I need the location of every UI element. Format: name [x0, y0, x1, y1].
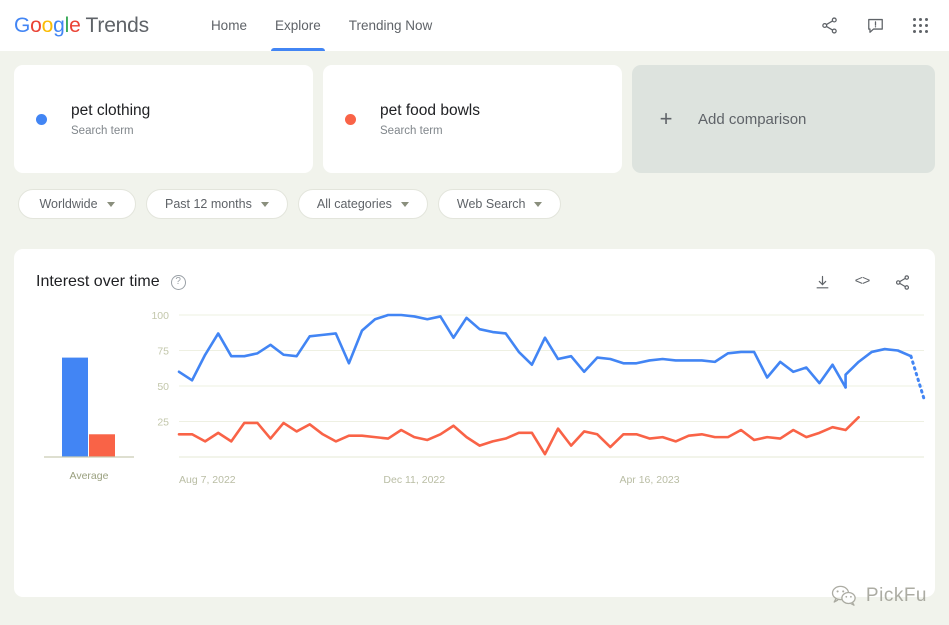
x-axis-tick-label: Aug 7, 2022: [179, 474, 236, 486]
share-icon[interactable]: [891, 271, 913, 293]
share-icon[interactable]: [817, 14, 841, 38]
logo-letter-o2: o: [41, 13, 54, 37]
trends-line-chart[interactable]: 25 50 75 100 Aug 7, 2022 Dec 11, 2022 Apr 16, …: [14, 309, 935, 597]
search-term-type-2: Search term: [380, 124, 443, 137]
filter-time-range-label: Past 12 months: [165, 197, 252, 211]
filter-time-range[interactable]: Past 12 months: [146, 189, 288, 219]
filter-category-label: All categories: [316, 197, 392, 211]
google-trends-logo[interactable]: Google Trends: [14, 14, 149, 38]
watermark-text: PickFu: [865, 585, 927, 606]
chevron-down-icon: [400, 201, 409, 207]
logo-letter-g2: g: [53, 13, 65, 37]
chevron-down-icon: [106, 201, 115, 207]
search-term-card-2[interactable]: pet food bowls Search term: [323, 65, 622, 173]
main-nav: Home Explore Trending Now: [197, 0, 446, 51]
download-icon[interactable]: [811, 271, 833, 293]
average-label: Average: [70, 470, 109, 482]
y-axis-tick-label: 100: [151, 310, 169, 322]
filters-bar: Worldwide Past 12 months All categories …: [0, 173, 949, 237]
nav-item-explore[interactable]: Explore: [261, 0, 335, 51]
chart-toolbar: <>: [811, 271, 913, 293]
y-axis-tick-label: 50: [157, 381, 169, 393]
nav-item-home[interactable]: Home: [197, 0, 261, 51]
add-comparison-button[interactable]: + Add comparison: [632, 65, 935, 173]
filter-search-type-label: Web Search: [456, 197, 526, 211]
series-line-pet-clothing: [177, 313, 847, 389]
interest-over-time-card: Interest over time ? <> 25 50 75 100 Aug 7, …: [14, 249, 935, 597]
search-term-card-1[interactable]: pet clothing Search term: [14, 65, 313, 173]
pickfu-watermark: PickFu: [831, 585, 927, 607]
nav-item-trending-now[interactable]: Trending Now: [335, 0, 447, 51]
search-term-type-1: Search term: [71, 124, 134, 137]
search-term-texts-1: pet clothing Search term: [71, 101, 150, 137]
help-icon[interactable]: ?: [170, 274, 186, 290]
search-term-name-1: pet clothing: [71, 102, 151, 120]
header-actions: [817, 14, 933, 38]
search-terms-row: pet clothing Search term pet food bowls …: [0, 51, 949, 173]
logo-trends-word: Trends: [85, 13, 150, 37]
logo-letter-o1: o: [30, 13, 42, 37]
series-line-pet-food-bowls: [177, 415, 860, 456]
chart-header: Interest over time ? <>: [14, 249, 935, 293]
y-axis-tick-label: 25: [157, 417, 169, 429]
apps-grid-icon[interactable]: [909, 14, 933, 38]
app-header: Google Trends Home Explore Trending Now: [0, 0, 949, 51]
chevron-down-icon: [534, 201, 543, 207]
series-line-tail-solid: [844, 347, 913, 389]
chart-title: Interest over time: [36, 273, 160, 290]
chevron-down-icon: [260, 201, 269, 207]
plus-icon: +: [659, 106, 673, 131]
series-color-dot-blue: [36, 113, 47, 125]
chart-plot-area: 25 50 75 100 Aug 7, 2022 Dec 11, 2022 Apr 16, …: [14, 309, 935, 597]
x-axis-tick-label: Apr 16, 2023: [619, 474, 679, 486]
wechat-icon: [831, 585, 856, 606]
feedback-icon[interactable]: [863, 14, 887, 38]
series-color-dot-orange: [345, 113, 356, 125]
filter-location[interactable]: Worldwide: [18, 189, 136, 219]
logo-letter-g: G: [14, 13, 31, 37]
add-comparison-label: Add comparison: [698, 110, 807, 128]
filter-location-label: Worldwide: [39, 197, 98, 211]
average-bar-pet-clothing: [62, 357, 88, 457]
series-line-partial-dashed: [909, 354, 926, 401]
average-bar-pet-food-bowls: [89, 434, 115, 457]
search-term-texts-2: pet food bowls Search term: [380, 101, 480, 137]
embed-glyph: <>: [854, 274, 871, 290]
embed-icon[interactable]: <>: [851, 271, 873, 293]
filter-category[interactable]: All categories: [297, 189, 428, 219]
search-term-name-2: pet food bowls: [380, 102, 480, 120]
filter-search-type[interactable]: Web Search: [437, 189, 562, 219]
x-axis-tick-label: Dec 11, 2022: [383, 474, 445, 486]
y-axis-tick-label: 75: [157, 346, 169, 358]
logo-letter-e: e: [69, 13, 81, 37]
